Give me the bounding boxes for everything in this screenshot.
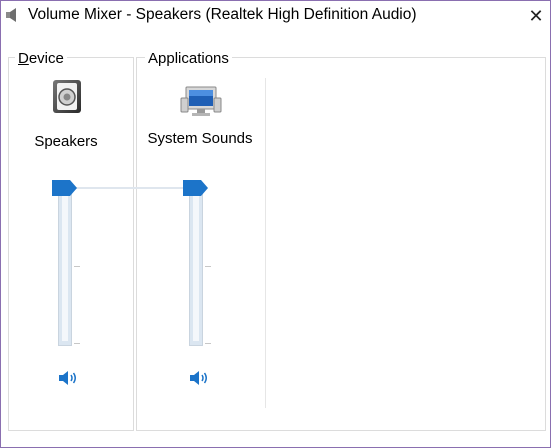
applications-group-label: Applications bbox=[145, 50, 232, 67]
app-volume-slider[interactable] bbox=[183, 180, 217, 346]
slider-tick bbox=[205, 266, 211, 267]
system-sounds-icon[interactable] bbox=[180, 84, 222, 120]
close-button[interactable]: ✕ bbox=[521, 0, 551, 32]
volume-icon bbox=[189, 371, 211, 392]
application-name: System Sounds bbox=[147, 130, 253, 147]
speaker-icon[interactable] bbox=[50, 78, 84, 114]
close-icon: ✕ bbox=[528, 5, 544, 26]
slider-thumb[interactable] bbox=[52, 180, 78, 196]
volume-icon bbox=[58, 371, 80, 392]
slider-tick bbox=[74, 343, 80, 344]
volume-link-line bbox=[76, 187, 186, 189]
slider-track bbox=[189, 188, 203, 346]
title-bar: Volume Mixer - Speakers (Realtek High De… bbox=[0, 0, 551, 32]
device-volume-slider[interactable] bbox=[52, 180, 86, 346]
slider-thumb[interactable] bbox=[183, 180, 209, 196]
window-title: Volume Mixer - Speakers (Realtek High De… bbox=[28, 6, 417, 23]
device-name: Speakers bbox=[34, 133, 98, 150]
slider-tick bbox=[74, 266, 80, 267]
app-mute-button[interactable] bbox=[189, 368, 211, 388]
slider-track bbox=[58, 188, 72, 346]
app-column-divider bbox=[265, 78, 266, 408]
device-mute-button[interactable] bbox=[58, 368, 80, 388]
slider-tick bbox=[205, 343, 211, 344]
speaker-title-icon bbox=[5, 7, 19, 23]
device-group-label: Device bbox=[15, 50, 67, 67]
